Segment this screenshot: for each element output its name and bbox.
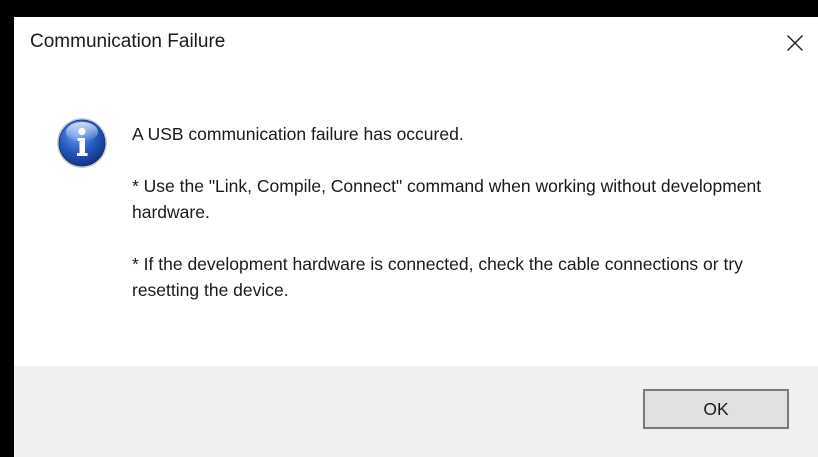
title-bar[interactable]: Communication Failure [14,17,818,69]
message-dialog: Communication Failure A USB communicatio… [14,17,818,457]
window-title: Communication Failure [30,31,226,52]
ok-button[interactable]: OK [643,389,789,429]
button-bar: OK [14,366,818,457]
message-line-2: * Use the "Link, Compile, Connect" comma… [132,176,762,222]
ok-button-label: OK [703,398,729,419]
dialog-content: A USB communication failure has occured.… [14,69,818,366]
message-line-3: * If the development hardware is connect… [132,254,743,300]
message-line-1: A USB communication failure has occured. [132,124,464,144]
close-button[interactable] [772,17,818,69]
close-icon [786,34,804,52]
message-text: A USB communication failure has occured.… [132,121,792,303]
info-icon [56,117,108,169]
